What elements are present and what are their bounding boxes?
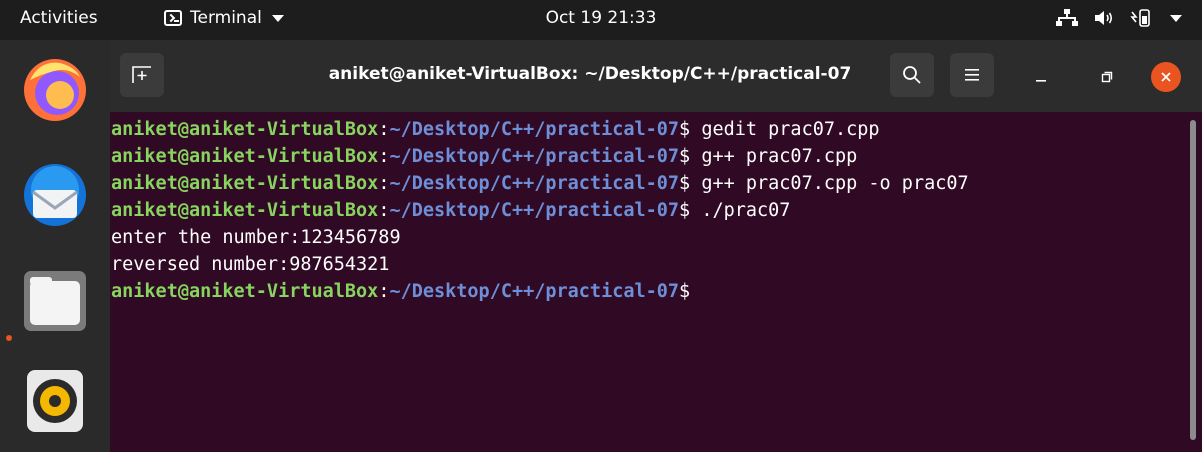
network-icon[interactable] (1056, 9, 1078, 27)
firefox-icon[interactable] (20, 55, 90, 125)
prompt-path: ~/Desktop/C++/practical-07 (389, 281, 680, 302)
prompt-user: aniket@aniket-VirtualBox (111, 119, 379, 140)
prompt-user: aniket@aniket-VirtualBox (111, 281, 379, 302)
command-text: ./prac07 (701, 200, 791, 221)
prompt-user: aniket@aniket-VirtualBox (111, 173, 379, 194)
chevron-down-icon (271, 14, 284, 22)
activities-button[interactable]: Activities (20, 8, 98, 28)
terminal-icon (164, 10, 182, 26)
battery-icon[interactable] (1130, 9, 1152, 27)
top-bar: Activities Terminal Oct 19 21:33 (0, 0, 1202, 40)
clock[interactable]: Oct 19 21:33 (546, 8, 657, 28)
close-icon (1161, 72, 1171, 82)
prompt-path: ~/Desktop/C++/practical-07 (389, 146, 680, 167)
terminal-line: aniket@aniket-VirtualBox:~/Desktop/C++/p… (111, 200, 791, 221)
prompt-user: aniket@aniket-VirtualBox (111, 146, 379, 167)
prompt-path: ~/Desktop/C++/practical-07 (389, 200, 680, 221)
maximize-button[interactable] (1092, 62, 1122, 92)
system-menu-chevron-icon[interactable] (1170, 14, 1182, 22)
app-menu[interactable]: Terminal (164, 8, 284, 28)
files-icon[interactable] (20, 265, 90, 335)
maximize-icon (1101, 71, 1113, 83)
terminal-window: aniket@aniket-VirtualBox: ~/Desktop/C++/… (110, 40, 1202, 452)
terminal-line: aniket@aniket-VirtualBox:~/Desktop/C++/p… (111, 281, 691, 302)
output-line: reversed number:987654321 (111, 254, 390, 275)
rhythmbox-icon[interactable] (20, 365, 90, 435)
running-indicator (6, 335, 12, 341)
scrollbar[interactable] (1190, 120, 1196, 440)
command-text: g++ prac07.cpp (701, 146, 858, 167)
terminal-output[interactable]: aniket@aniket-VirtualBox:~/Desktop/C++/p… (110, 112, 1186, 452)
terminal-line: aniket@aniket-VirtualBox:~/Desktop/C++/p… (111, 119, 880, 140)
search-button[interactable] (890, 53, 934, 97)
command-text: gedit prac07.cpp (701, 119, 880, 140)
app-menu-label: Terminal (190, 8, 262, 28)
menu-button[interactable] (950, 53, 994, 97)
system-tray[interactable] (1056, 9, 1182, 27)
prompt-path: ~/Desktop/C++/practical-07 (389, 173, 680, 194)
volume-icon[interactable] (1094, 9, 1114, 27)
close-button[interactable] (1151, 62, 1181, 92)
search-icon (903, 66, 921, 84)
minimize-icon (1036, 80, 1046, 82)
prompt-path: ~/Desktop/C++/practical-07 (389, 119, 680, 140)
hamburger-icon (965, 69, 979, 81)
terminal-line: aniket@aniket-VirtualBox:~/Desktop/C++/p… (111, 173, 969, 194)
terminal-line: aniket@aniket-VirtualBox:~/Desktop/C++/p… (111, 146, 858, 167)
prompt-user: aniket@aniket-VirtualBox (111, 200, 379, 221)
thunderbird-icon[interactable] (20, 160, 90, 230)
command-text: g++ prac07.cpp -o prac07 (701, 173, 969, 194)
minimize-button[interactable] (1026, 62, 1056, 92)
header-bar[interactable]: aniket@aniket-VirtualBox: ~/Desktop/C++/… (110, 40, 1202, 112)
dock (0, 40, 110, 452)
output-line: enter the number:123456789 (111, 227, 401, 248)
